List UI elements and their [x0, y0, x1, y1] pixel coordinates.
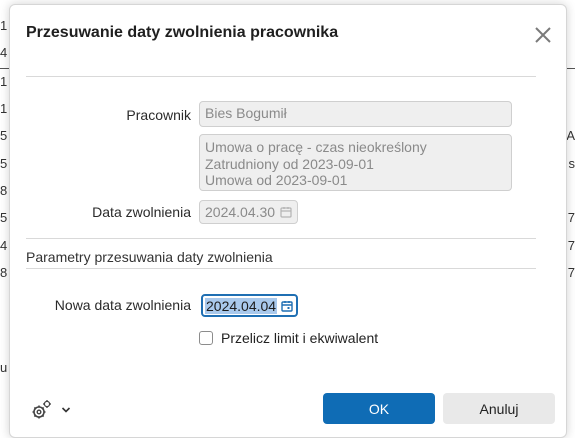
dialog-title: Przesuwanie daty zwolnienia pracownika — [26, 24, 339, 41]
background-fragment: 7 — [567, 238, 575, 253]
section-divider-bottom — [26, 268, 536, 269]
new-dismissal-date-input[interactable]: 2024.04.04 — [201, 294, 298, 317]
ok-button[interactable]: OK — [323, 393, 435, 424]
contract-type: Umowa o pracę - czas nieokreślony — [205, 139, 427, 155]
background-fragment: A — [566, 128, 575, 143]
chevron-down-icon[interactable] — [60, 404, 72, 416]
background-fragment: 1 — [0, 74, 8, 89]
background-fragment: 5 — [0, 156, 8, 171]
background-fragment: s — [568, 156, 575, 171]
employee-field: Bies Bogumił — [199, 101, 512, 127]
background-fragment: 5 — [0, 210, 8, 225]
recalc-limit-label[interactable]: Przelicz limit i ekwiwalent — [221, 330, 378, 346]
background-fragment: 5 — [0, 128, 8, 143]
header-divider — [26, 76, 536, 77]
dismissal-date-value: 2024.04.30 — [205, 204, 276, 220]
section-divider-top — [26, 238, 536, 239]
background-fragment: 4 — [0, 45, 8, 60]
employee-value: Bies Bogumił — [205, 105, 287, 121]
background-fragment: u — [0, 360, 8, 375]
contract-since: Umowa od 2023-09-01 — [205, 172, 348, 188]
employee-label: Pracownik — [126, 107, 191, 123]
contract-info-field: Umowa o pracę - czas nieokreślony Zatrud… — [199, 134, 512, 191]
background-fragment: 7 — [567, 210, 575, 225]
section-title: Parametry przesuwania daty zwolnienia — [26, 249, 273, 265]
new-dismissal-date-label: Nowa data zwolnienia — [54, 297, 191, 313]
new-dismissal-date-value: 2024.04.04 — [205, 298, 278, 314]
employed-since: Zatrudniony od 2023-09-01 — [205, 155, 374, 172]
background-fragment: 8 — [0, 183, 8, 198]
calendar-icon — [280, 207, 292, 218]
dismissal-date-field: 2024.04.30 — [199, 200, 298, 224]
close-icon-glyph — [535, 27, 551, 43]
gear-icon[interactable] — [30, 399, 52, 421]
background-fragment: 4 — [0, 238, 8, 253]
recalc-limit-checkbox[interactable] — [199, 331, 213, 345]
calendar-icon[interactable] — [281, 300, 293, 312]
cancel-button[interactable]: Anuluj — [443, 393, 555, 424]
close-icon[interactable] — [531, 23, 555, 47]
dismissal-date-label: Data zwolnienia — [92, 204, 191, 220]
background-fragment: 8 — [0, 265, 8, 280]
background-fragment: 1 — [0, 101, 8, 116]
background-fragment: 1 — [0, 18, 8, 33]
background-fragment: 7 — [567, 265, 575, 280]
shift-dismissal-date-dialog: Przesuwanie daty zwolnienia pracownika P… — [9, 4, 567, 438]
